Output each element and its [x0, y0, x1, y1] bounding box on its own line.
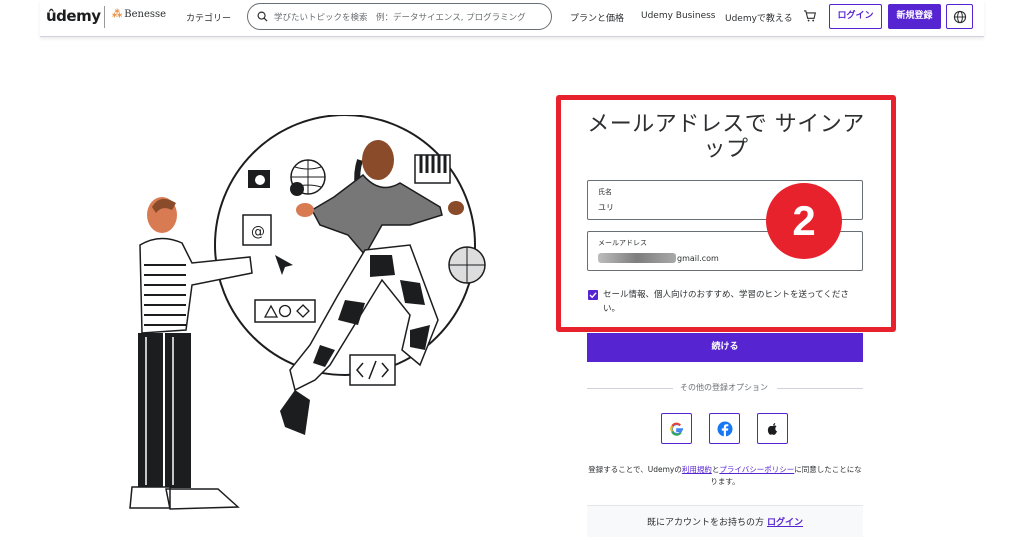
search-input[interactable] — [272, 8, 546, 27]
plans-link[interactable]: プランと価格 — [570, 11, 624, 24]
privacy-policy-link[interactable]: プライバシーポリシー — [719, 465, 794, 474]
logo-divider — [104, 6, 105, 28]
login-button[interactable]: ログイン — [829, 4, 882, 29]
benesse-logo: ⁂ Benesse — [112, 9, 167, 20]
globe-icon — [953, 10, 967, 24]
terms-text: 登録することで、Udemyの利用規約とプライバシーポリシーに同意したことになりま… — [588, 465, 862, 486]
google-icon — [670, 422, 683, 436]
divider-right — [777, 388, 863, 389]
cart-icon[interactable] — [803, 10, 816, 22]
udemy-logo[interactable]: ûdemy — [46, 7, 101, 25]
divider-left — [587, 388, 673, 389]
teach-link[interactable]: Udemyで教える — [725, 11, 793, 24]
login-link[interactable]: ログイン — [767, 518, 803, 528]
categories-link[interactable]: カテゴリー — [186, 11, 231, 24]
annotation-highlight-box — [556, 95, 896, 332]
continue-button[interactable]: 続ける — [587, 333, 863, 362]
apple-icon — [767, 423, 777, 435]
existing-account-text: 既にアカウントをお持ちの方 — [646, 518, 764, 528]
step-number-badge: 2 — [766, 183, 842, 259]
signup-illustration: @ — [129, 115, 486, 510]
other-options-label: その他の登録オプション — [680, 383, 768, 392]
facebook-icon — [717, 421, 733, 437]
signup-button[interactable]: 新規登録 — [888, 4, 941, 29]
svg-text:@: @ — [251, 224, 265, 240]
existing-account-bar: 既にアカウントをお持ちの方 ログイン — [587, 505, 863, 537]
udemy-business-link[interactable]: Udemy Business — [641, 11, 715, 21]
language-button[interactable] — [946, 4, 973, 29]
apple-signup-button[interactable] — [757, 413, 788, 444]
google-signup-button[interactable] — [661, 413, 692, 444]
search-bar[interactable] — [247, 3, 552, 30]
search-icon — [257, 11, 268, 22]
terms-of-use-link[interactable]: 利用規約 — [682, 465, 712, 474]
facebook-signup-button[interactable] — [709, 413, 740, 444]
top-navigation: ûdemy ⁂Benesse カテゴリー プランと価格 Udemy Busine… — [40, 0, 984, 37]
